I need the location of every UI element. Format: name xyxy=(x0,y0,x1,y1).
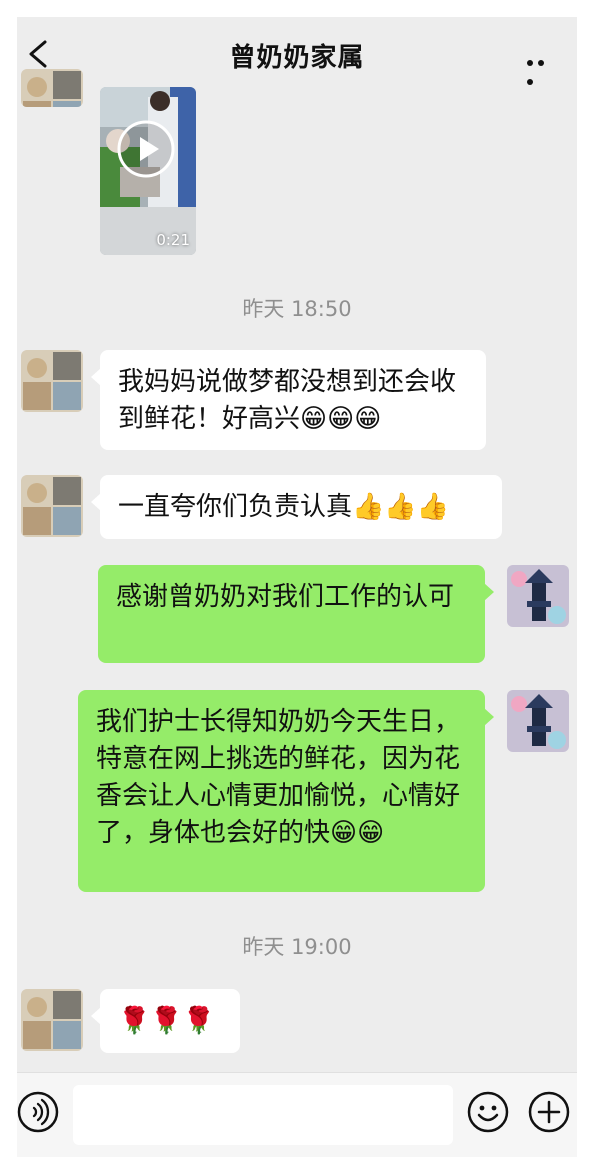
grin-emoji-icon: 😁😁😁 xyxy=(300,404,382,434)
plus-icon[interactable] xyxy=(528,1091,570,1133)
avatar[interactable] xyxy=(21,989,83,1051)
video-message[interactable]: 0:21 xyxy=(100,87,196,255)
avatar[interactable] xyxy=(507,690,569,752)
message-bubble[interactable]: 我妈妈说做梦都没想到还会收到鲜花！好高兴😁😁😁 xyxy=(91,350,486,450)
message-input[interactable] xyxy=(73,1085,453,1145)
message-bubble[interactable]: 感谢曾奶奶对我们工作的认可 xyxy=(98,565,494,663)
header-bar: 曾奶奶家属 xyxy=(17,17,577,91)
more-dots-icon[interactable] xyxy=(527,51,559,85)
timestamp: 昨天 18:50 xyxy=(242,297,352,321)
avatar[interactable] xyxy=(21,69,83,107)
message-bubble[interactable]: 我们护士长得知奶奶今天生日，特意在网上挑选的鲜花，因为花香会让人心情更加愉悦，心… xyxy=(78,690,494,892)
video-duration: 0:21 xyxy=(156,231,190,249)
chat-title: 曾奶奶家属 xyxy=(229,43,365,73)
message-text: 一直夸你们负责认真 xyxy=(118,492,353,522)
avatar[interactable] xyxy=(21,350,83,412)
chat-screen: 曾奶奶家属 0:21 昨天 18:50 我妈妈说做梦都没想到还会收到鲜花！好高兴… xyxy=(17,17,577,1157)
grin-emoji-icon: 😁😁 xyxy=(330,818,385,848)
avatar[interactable] xyxy=(21,475,83,537)
rose-icon: 🌹🌹🌹 xyxy=(118,1006,216,1036)
message-text: 我妈妈说做梦都没想到还会收到鲜花！好高兴 xyxy=(118,367,457,434)
message-text: 感谢曾奶奶对我们工作的认可 xyxy=(116,582,455,612)
message-text: 我们护士长得知奶奶今天生日，特意在网上挑选的鲜花，因为花香会让人心情更加愉悦，心… xyxy=(96,707,461,848)
input-bar xyxy=(17,1072,577,1157)
avatar[interactable] xyxy=(507,565,569,627)
timestamp: 昨天 19:00 xyxy=(242,935,352,959)
thumbs-up-icon: 👍👍👍 xyxy=(352,492,450,522)
message-bubble[interactable]: 一直夸你们负责认真👍👍👍 xyxy=(91,475,502,539)
voice-icon[interactable] xyxy=(17,1091,59,1133)
play-icon[interactable] xyxy=(116,119,176,179)
emoji-icon[interactable] xyxy=(467,1091,509,1133)
message-bubble[interactable]: 🌹🌹🌹 xyxy=(91,989,240,1053)
